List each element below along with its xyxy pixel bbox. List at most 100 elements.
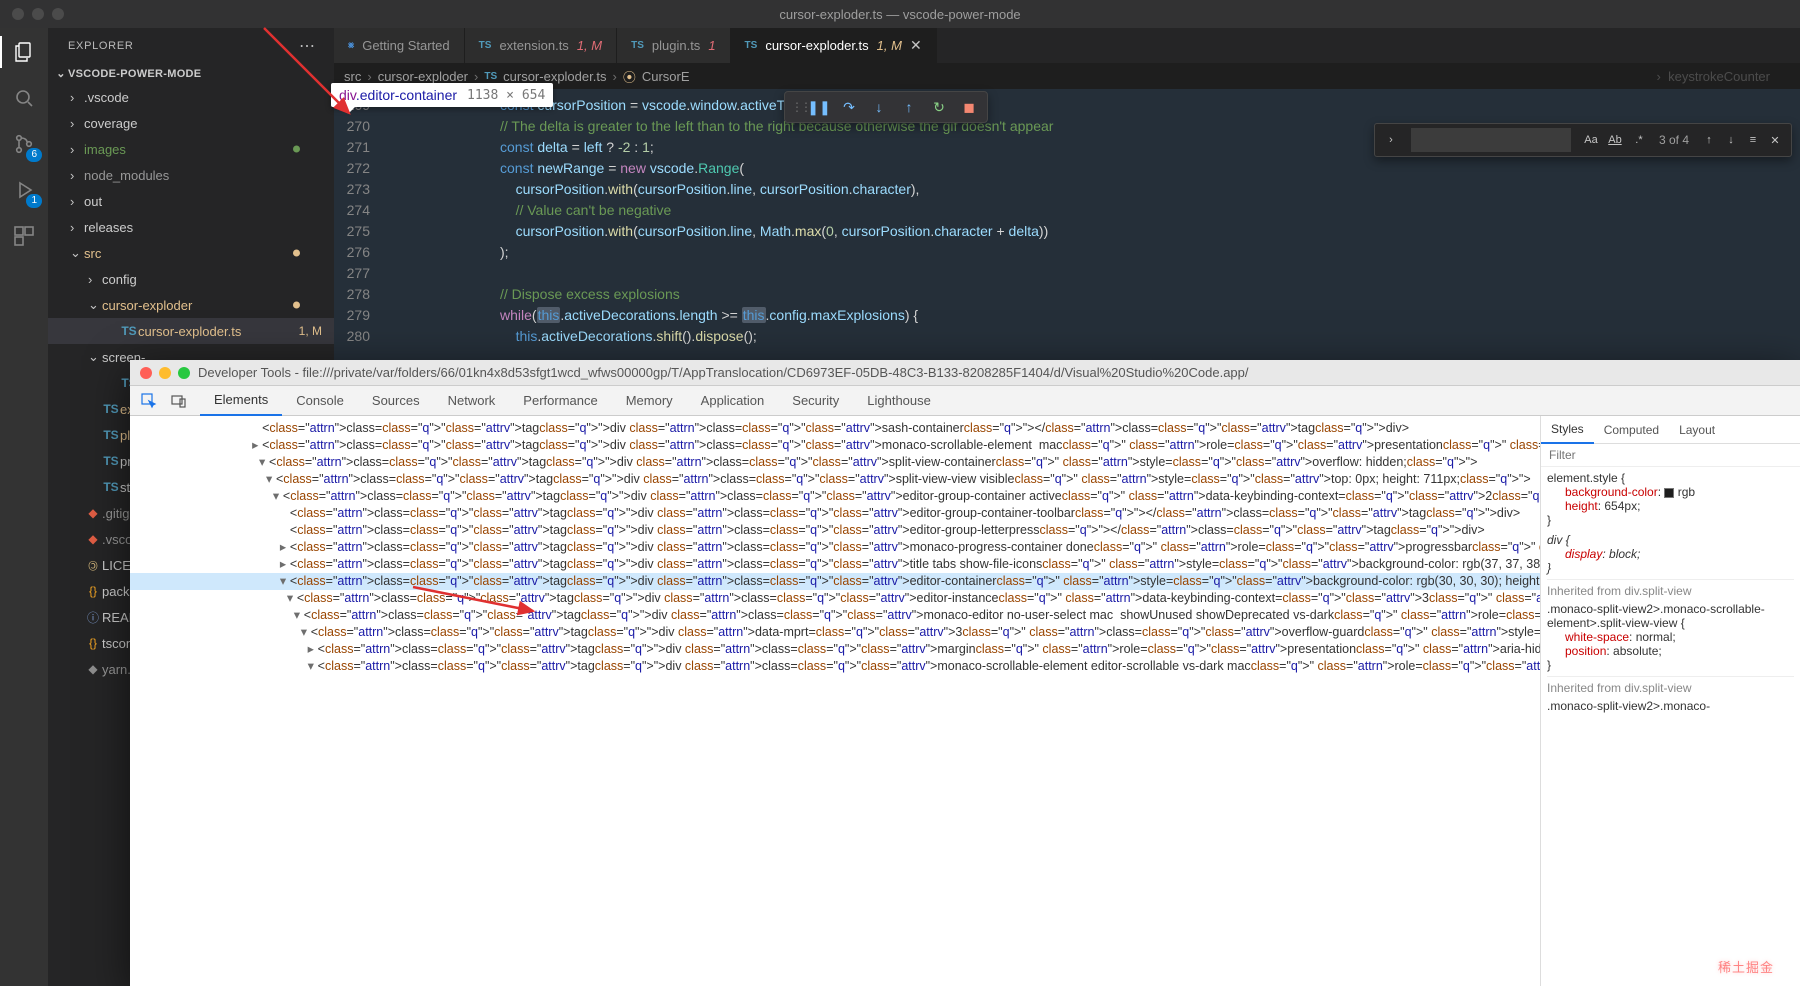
dom-node[interactable]: ▾<class="attrn">class=class="q">"class="… [130,488,1540,505]
devtools-traffic-lights[interactable] [140,367,190,379]
devtools-tab[interactable]: Elements [200,386,282,416]
stop-icon[interactable]: ◼ [957,95,981,119]
tl-max[interactable] [52,8,64,20]
crumb[interactable]: cursor-exploder.ts [503,69,606,84]
tl-close[interactable] [12,8,24,20]
debug-toolbar[interactable]: ⋮⋮ ❚❚ ↷ ↓ ↑ ↻ ◼ [784,91,988,123]
code-line[interactable]: 275 cursorPosition.with(cursorPosition.l… [334,221,1800,242]
tree-row[interactable]: ⌄src [48,240,334,266]
code-line[interactable]: 279while(this.activeDecorations.length >… [334,305,1800,326]
dom-node[interactable]: ▾<class="attrn">class=class="q">"class="… [130,624,1540,641]
tree-row[interactable]: ›releases [48,214,334,240]
dom-node[interactable]: ▸<class="attrn">class=class="q">"class="… [130,539,1540,556]
find-next-icon[interactable]: ↓ [1721,130,1741,150]
devtools-tab[interactable]: Network [434,386,510,416]
code-line[interactable]: 272const newRange = new vscode.Range( [334,158,1800,179]
search-icon[interactable] [10,84,38,112]
devtools-tab[interactable]: Application [687,386,779,416]
dom-node[interactable]: <class="attrn">class=class="q">"class="a… [130,522,1540,539]
dom-node[interactable]: ▾<class="attrn">class=class="q">"class="… [130,607,1540,624]
match-case-icon[interactable]: Aa [1581,130,1601,150]
devtools-tab[interactable]: Console [282,386,358,416]
find-widget[interactable]: › Aa Ab .* 3 of 4 ↑ ↓ ≡ ✕ [1374,123,1792,157]
devtools-titlebar[interactable]: Developer Tools - file:///private/var/fo… [130,360,1800,386]
find-toggle-icon[interactable]: › [1381,130,1401,150]
crumb[interactable]: src [344,69,361,84]
sidebar-section-label: VSCODE-POWER-MODE [68,68,201,80]
sidebar-more-icon[interactable]: ⋯ [299,36,316,56]
step-out-icon[interactable]: ↑ [897,95,921,119]
code-line[interactable]: 274 // Value can't be negative [334,200,1800,221]
devtools-tab[interactable]: Sources [358,386,434,416]
find-input[interactable] [1411,128,1571,152]
find-close-icon[interactable]: ✕ [1765,130,1785,150]
code-line[interactable]: 276); [334,242,1800,263]
styles-filter-input[interactable] [1541,444,1800,466]
tl-max[interactable] [178,367,190,379]
dom-node[interactable]: ▾<class="attrn">class=class="q">"class="… [130,573,1540,590]
code-line[interactable]: 280 this.activeDecorations.shift().dispo… [334,326,1800,347]
tree-row[interactable]: ›node_modules [48,162,334,188]
tree-row[interactable]: ›coverage [48,110,334,136]
devtools-window[interactable]: Developer Tools - file:///private/var/fo… [130,360,1800,986]
tree-row[interactable]: ›images [48,136,334,162]
dom-node[interactable]: ▾<class="attrn">class=class="q">"class="… [130,471,1540,488]
inspect-element-icon[interactable] [138,390,160,412]
tree-row[interactable]: ›out [48,188,334,214]
tree-row[interactable]: TScursor-exploder.ts1, M [48,318,334,344]
dom-node[interactable]: ▸<class="attrn">class=class="q">"class="… [130,641,1540,658]
tree-row[interactable]: ›config [48,266,334,292]
devtools-tab[interactable]: Memory [612,386,687,416]
styles-tab[interactable]: Computed [1594,416,1669,444]
crumb[interactable]: cursor-exploder [378,69,468,84]
code-line[interactable]: 269const cursorPosition = vscode.window.… [334,95,1800,116]
dom-node[interactable]: ▾<class="attrn">class=class="q">"class="… [130,658,1540,675]
close-icon[interactable]: ✕ [910,37,922,54]
regex-icon[interactable]: .* [1629,130,1649,150]
sidebar-section-head[interactable]: ⌄ VSCODE-POWER-MODE [48,63,334,84]
code-line[interactable]: 278// Dispose excess explosions [334,284,1800,305]
dom-node[interactable]: ▾<class="attrn">class=class="q">"class="… [130,454,1540,471]
devtools-dom-tree[interactable]: <class="attrn">class=class="q">"class="a… [130,416,1540,986]
editor-tab[interactable]: TSplugin.ts 1 [617,28,730,63]
tl-close[interactable] [140,367,152,379]
whole-word-icon[interactable]: Ab [1605,130,1625,150]
debug-icon[interactable]: 1 [10,176,38,204]
code-line[interactable]: 277 [334,263,1800,284]
dom-node[interactable]: <class="attrn">class=class="q">"class="a… [130,505,1540,522]
styles-rules[interactable]: element.style { background-color: rgb he… [1541,467,1800,986]
tree-row[interactable]: ›.vscode [48,84,334,110]
restart-icon[interactable]: ↻ [927,95,951,119]
dom-node[interactable]: ▸<class="attrn">class=class="q">"class="… [130,556,1540,573]
find-prev-icon[interactable]: ↑ [1699,130,1719,150]
pause-icon[interactable]: ❚❚ [807,95,831,119]
source-control-icon[interactable]: 6 [10,130,38,158]
step-into-icon[interactable]: ↓ [867,95,891,119]
dom-node[interactable]: <class="attrn">class=class="q">"class="a… [130,420,1540,437]
find-in-selection-icon[interactable]: ≡ [1743,130,1763,150]
dom-node[interactable]: ▸<class="attrn">class=class="q">"class="… [130,437,1540,454]
tl-min[interactable] [159,367,171,379]
dom-node[interactable]: ▾<class="attrn">class=class="q">"class="… [130,590,1540,607]
debug-badge: 1 [26,194,42,208]
devtools-tab[interactable]: Security [778,386,853,416]
drag-handle-icon[interactable]: ⋮⋮ [791,100,801,114]
crumb-symbol[interactable]: CursorE [642,69,690,84]
editor-tab[interactable]: ⨳Getting Started [334,28,465,63]
crumb-tail[interactable]: › keystrokeCounter [1657,69,1800,84]
tl-min[interactable] [32,8,44,20]
code-line[interactable]: 273 cursorPosition.with(cursorPosition.l… [334,179,1800,200]
breadcrumbs[interactable]: src› cursor-exploder› TS cursor-exploder… [334,63,1800,89]
device-toolbar-icon[interactable] [168,390,190,412]
editor-tab[interactable]: TSextension.ts 1, M [465,28,617,63]
extensions-icon[interactable] [10,222,38,250]
styles-tab[interactable]: Styles [1541,416,1594,444]
step-over-icon[interactable]: ↷ [837,95,861,119]
styles-tab[interactable]: Layout [1669,416,1725,444]
devtools-tab[interactable]: Performance [509,386,611,416]
files-icon[interactable] [10,38,38,66]
tree-row[interactable]: ⌄cursor-exploder [48,292,334,318]
editor-tab[interactable]: TScursor-exploder.ts 1, M ✕ [731,28,937,63]
traffic-lights[interactable] [0,8,64,20]
devtools-tab[interactable]: Lighthouse [853,386,945,416]
